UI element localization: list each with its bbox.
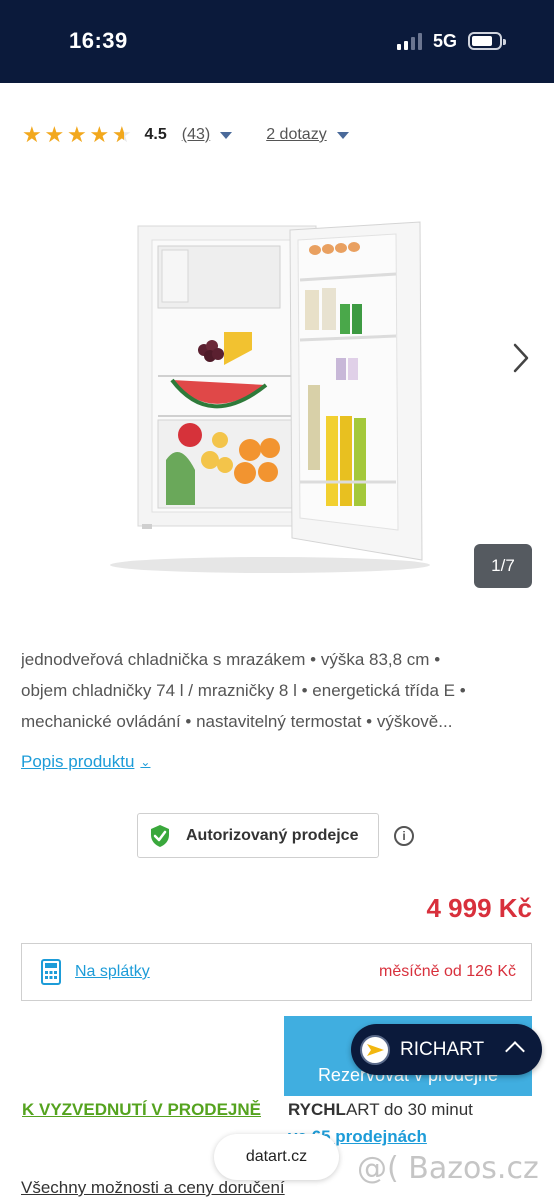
next-image-arrow-icon[interactable] [512, 342, 530, 374]
signal-icon [397, 33, 423, 50]
product-image [110, 221, 430, 573]
fast-pickup-text: RYCHLART do 30 minut [288, 1100, 473, 1120]
product-price: 4 999 Kč [426, 893, 532, 923]
browser-url: datart.cz [245, 1148, 308, 1165]
chevron-down-icon[interactable] [220, 131, 233, 139]
shield-check-icon [151, 824, 169, 847]
product-description-label: Popis produktu [21, 752, 135, 771]
chevron-down-icon[interactable] [336, 131, 349, 139]
star-icon: ★ [22, 122, 42, 147]
monthly-payment: měsíčně od 126 Kč [379, 963, 516, 980]
image-counter: 1/7 [474, 544, 532, 588]
half-star-icon: ★ [112, 124, 134, 147]
pickup-in-store-link[interactable]: K VYZVEDNUTÍ V PRODEJNĚ [22, 1100, 261, 1120]
product-description: jednodveřová chladnička s mrazákem • výš… [21, 644, 533, 737]
browser-url-bar[interactable]: datart.cz [214, 1134, 339, 1180]
rating-row: ★ ★ ★ ★ ★ 4.5 (43) 2 dotazy [22, 122, 349, 148]
star-icon: ★ [44, 122, 65, 147]
chevron-down-icon: ⌄ [140, 755, 151, 769]
authorized-seller-badge: Autorizovaný prodejce [137, 813, 379, 858]
description-line: objem chladničky 74 l / mrazničky 8 l • … [21, 681, 466, 700]
questions-link[interactable]: 2 dotazy [266, 126, 326, 144]
richart-chat-button[interactable]: RICHART [351, 1024, 542, 1075]
rating-value: 4.5 [144, 126, 167, 143]
authorized-seller-label: Autorizovaný prodejce [186, 826, 359, 844]
status-bar: 16:39 5G [0, 0, 554, 83]
info-icon[interactable]: i [394, 826, 414, 846]
richart-label: RICHART [400, 1038, 485, 1060]
installments-box[interactable]: Na splátky měsíčně od 126 Kč [21, 943, 532, 1001]
fast-pickup-time: ART do 30 minut [345, 1100, 473, 1119]
network-type: 5G [433, 31, 458, 51]
richart-logo-icon [360, 1034, 390, 1065]
description-line: mechanické ovládání • nastavitelný termo… [21, 712, 453, 731]
installments-link[interactable]: Na splátky [75, 963, 150, 981]
calculator-icon [41, 959, 61, 985]
star-icon: ★ [89, 122, 110, 147]
product-description-link[interactable]: Popis produktu ⌄ [21, 752, 150, 772]
rating-stars[interactable]: ★ ★ ★ ★ ★ [22, 122, 135, 147]
rating-count-link[interactable]: (43) [182, 126, 210, 144]
status-time: 16:39 [69, 28, 128, 53]
star-icon: ★ [67, 122, 87, 147]
description-line: jednodveřová chladnička s mrazákem • výš… [21, 650, 441, 669]
product-gallery[interactable]: 1/7 [0, 180, 554, 600]
chevron-up-icon[interactable] [505, 1041, 525, 1061]
fast-pickup-brand: RYCHL [288, 1100, 346, 1119]
watermark: @( Bazos.cz [357, 1151, 539, 1186]
battery-icon [468, 32, 506, 50]
delivery-options-link[interactable]: Všechny možnosti a ceny doručení [21, 1178, 285, 1198]
